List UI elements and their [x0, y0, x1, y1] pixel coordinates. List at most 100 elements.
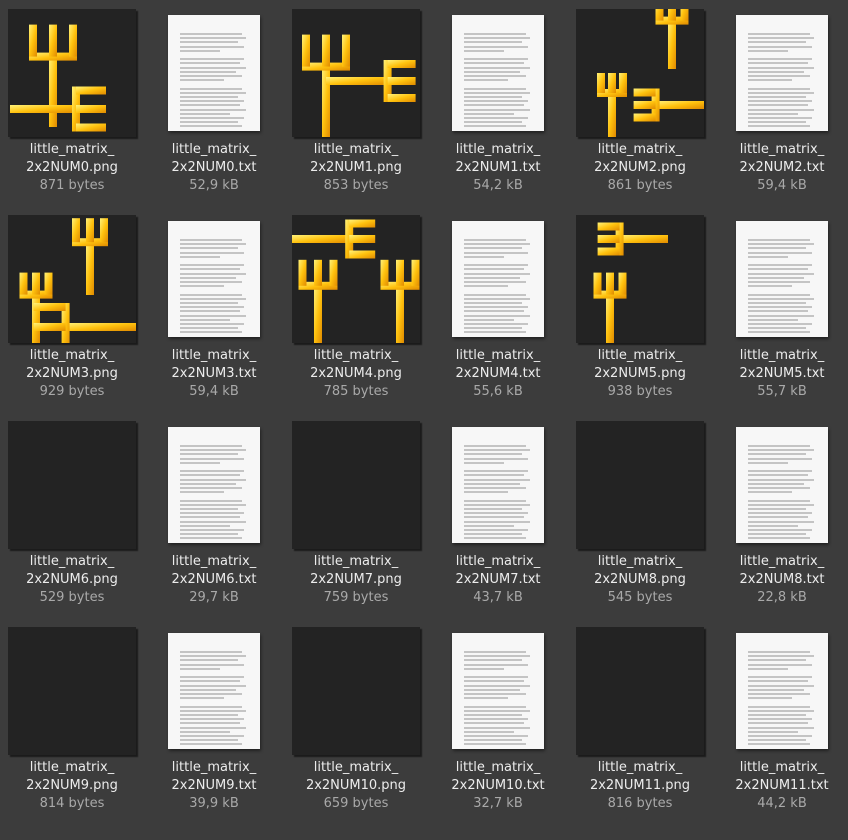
file-name: little_matrix_ 2x2NUM7.txt	[427, 553, 569, 589]
fork-glyph-image-icon	[8, 627, 136, 755]
image-file-item[interactable]: little_matrix_ 2x2NUM11.png 816 bytes	[569, 623, 711, 829]
text-file-item[interactable]: little_matrix_ 2x2NUM10.txt 32,7 kB	[427, 623, 569, 829]
file-name-line2: 2x2NUM2.png	[594, 160, 686, 175]
file-size: 39,9 kB	[189, 796, 239, 811]
text-file-item[interactable]: little_matrix_ 2x2NUM4.txt 55,6 kB	[427, 211, 569, 417]
file-name-line2: 2x2NUM0.txt	[171, 160, 257, 175]
file-name: little_matrix_ 2x2NUM10.txt	[427, 759, 569, 795]
file-name-line1: little_matrix_	[171, 760, 257, 775]
image-file-item[interactable]: little_matrix_ 2x2NUM10.png 659 bytes	[285, 623, 427, 829]
file-size: 52,9 kB	[189, 178, 239, 193]
file-name-line2: 2x2NUM10.txt	[451, 778, 545, 793]
file-name: little_matrix_ 2x2NUM10.png	[285, 759, 427, 795]
text-document-icon	[168, 15, 260, 131]
file-name: little_matrix_ 2x2NUM6.txt	[143, 553, 285, 589]
image-file-item[interactable]: little_matrix_ 2x2NUM7.png 759 bytes	[285, 417, 427, 623]
text-document-icon	[736, 633, 828, 749]
fork-glyph-image-icon	[8, 9, 136, 137]
file-name: little_matrix_ 2x2NUM8.txt	[711, 553, 848, 589]
text-document-icon	[736, 221, 828, 337]
file-name: little_matrix_ 2x2NUM2.png	[569, 141, 711, 177]
file-name: little_matrix_ 2x2NUM1.txt	[427, 141, 569, 177]
file-name-line2: 2x2NUM5.txt	[739, 366, 825, 381]
image-file-item[interactable]: little_matrix_ 2x2NUM8.png 545 bytes	[569, 417, 711, 623]
text-file-item[interactable]: little_matrix_ 2x2NUM1.txt 54,2 kB	[427, 5, 569, 211]
file-name-line1: little_matrix_	[597, 554, 683, 569]
file-thumbnail	[569, 623, 711, 759]
file-thumbnail	[1, 5, 143, 141]
file-thumbnail	[569, 211, 711, 347]
file-name-line2: 2x2NUM11.png	[589, 778, 691, 793]
file-name-line2: 2x2NUM0.png	[26, 160, 118, 175]
file-name: little_matrix_ 2x2NUM0.png	[1, 141, 143, 177]
file-size: 32,7 kB	[473, 796, 523, 811]
file-thumbnail	[285, 211, 427, 347]
file-thumbnail	[143, 211, 285, 347]
file-thumbnail	[143, 5, 285, 141]
file-thumbnail	[285, 5, 427, 141]
fork-glyph-image-icon	[8, 215, 136, 343]
file-name-line1: little_matrix_	[739, 142, 825, 157]
fork-glyph-image-icon	[576, 627, 704, 755]
file-name-line2: 2x2NUM3.txt	[171, 366, 257, 381]
file-size: 929 bytes	[39, 384, 105, 399]
file-size: 785 bytes	[323, 384, 389, 399]
image-file-item[interactable]: little_matrix_ 2x2NUM4.png 785 bytes	[285, 211, 427, 417]
file-thumbnail	[569, 5, 711, 141]
image-file-item[interactable]: little_matrix_ 2x2NUM6.png 529 bytes	[1, 417, 143, 623]
image-file-item[interactable]: little_matrix_ 2x2NUM9.png 814 bytes	[1, 623, 143, 829]
file-name: little_matrix_ 2x2NUM11.png	[569, 759, 711, 795]
file-name: little_matrix_ 2x2NUM1.png	[285, 141, 427, 177]
file-name-line2: 2x2NUM7.txt	[455, 572, 541, 587]
file-name-line2: 2x2NUM6.txt	[171, 572, 257, 587]
text-document-icon	[452, 15, 544, 131]
text-file-item[interactable]: little_matrix_ 2x2NUM3.txt 59,4 kB	[143, 211, 285, 417]
file-size: 59,4 kB	[757, 178, 807, 193]
file-name-line1: little_matrix_	[455, 760, 541, 775]
text-file-item[interactable]: little_matrix_ 2x2NUM0.txt 52,9 kB	[143, 5, 285, 211]
file-name: little_matrix_ 2x2NUM0.txt	[143, 141, 285, 177]
image-file-item[interactable]: little_matrix_ 2x2NUM1.png 853 bytes	[285, 5, 427, 211]
file-name-line1: little_matrix_	[313, 554, 399, 569]
file-name-line1: little_matrix_	[597, 760, 683, 775]
file-name: little_matrix_ 2x2NUM9.txt	[143, 759, 285, 795]
file-thumbnail	[285, 417, 427, 553]
file-thumbnail	[1, 623, 143, 759]
fork-glyph-image-icon	[576, 421, 704, 549]
image-file-item[interactable]: little_matrix_ 2x2NUM0.png 871 bytes	[1, 5, 143, 211]
image-file-item[interactable]: little_matrix_ 2x2NUM3.png 929 bytes	[1, 211, 143, 417]
file-name: little_matrix_ 2x2NUM3.png	[1, 347, 143, 383]
text-file-item[interactable]: little_matrix_ 2x2NUM7.txt 43,7 kB	[427, 417, 569, 623]
file-name-line1: little_matrix_	[171, 142, 257, 157]
file-size: 55,6 kB	[473, 384, 523, 399]
image-file-item[interactable]: little_matrix_ 2x2NUM2.png 861 bytes	[569, 5, 711, 211]
file-size: 814 bytes	[39, 796, 105, 811]
text-file-item[interactable]: little_matrix_ 2x2NUM9.txt 39,9 kB	[143, 623, 285, 829]
file-name-line1: little_matrix_	[597, 348, 683, 363]
file-size: 545 bytes	[607, 590, 673, 605]
text-file-item[interactable]: little_matrix_ 2x2NUM11.txt 44,2 kB	[711, 623, 848, 829]
file-thumbnail	[427, 417, 569, 553]
file-thumbnail	[427, 5, 569, 141]
text-document-icon	[452, 427, 544, 543]
file-name-line2: 2x2NUM4.png	[310, 366, 402, 381]
file-size: 938 bytes	[607, 384, 673, 399]
text-document-icon	[452, 221, 544, 337]
image-file-item[interactable]: little_matrix_ 2x2NUM5.png 938 bytes	[569, 211, 711, 417]
file-name-line1: little_matrix_	[455, 554, 541, 569]
file-size: 44,2 kB	[757, 796, 807, 811]
fork-glyph-image-icon	[576, 9, 704, 137]
file-size: 55,7 kB	[757, 384, 807, 399]
file-thumbnail	[1, 417, 143, 553]
file-name-line2: 2x2NUM9.png	[26, 778, 118, 793]
file-name-line2: 2x2NUM9.txt	[171, 778, 257, 793]
text-file-item[interactable]: little_matrix_ 2x2NUM2.txt 59,4 kB	[711, 5, 848, 211]
text-file-item[interactable]: little_matrix_ 2x2NUM6.txt 29,7 kB	[143, 417, 285, 623]
file-size: 29,7 kB	[189, 590, 239, 605]
text-file-item[interactable]: little_matrix_ 2x2NUM8.txt 22,8 kB	[711, 417, 848, 623]
text-file-item[interactable]: little_matrix_ 2x2NUM5.txt 55,7 kB	[711, 211, 848, 417]
file-name-line2: 2x2NUM5.png	[594, 366, 686, 381]
file-thumbnail	[143, 417, 285, 553]
file-name-line1: little_matrix_	[739, 554, 825, 569]
file-thumbnail	[711, 417, 848, 553]
